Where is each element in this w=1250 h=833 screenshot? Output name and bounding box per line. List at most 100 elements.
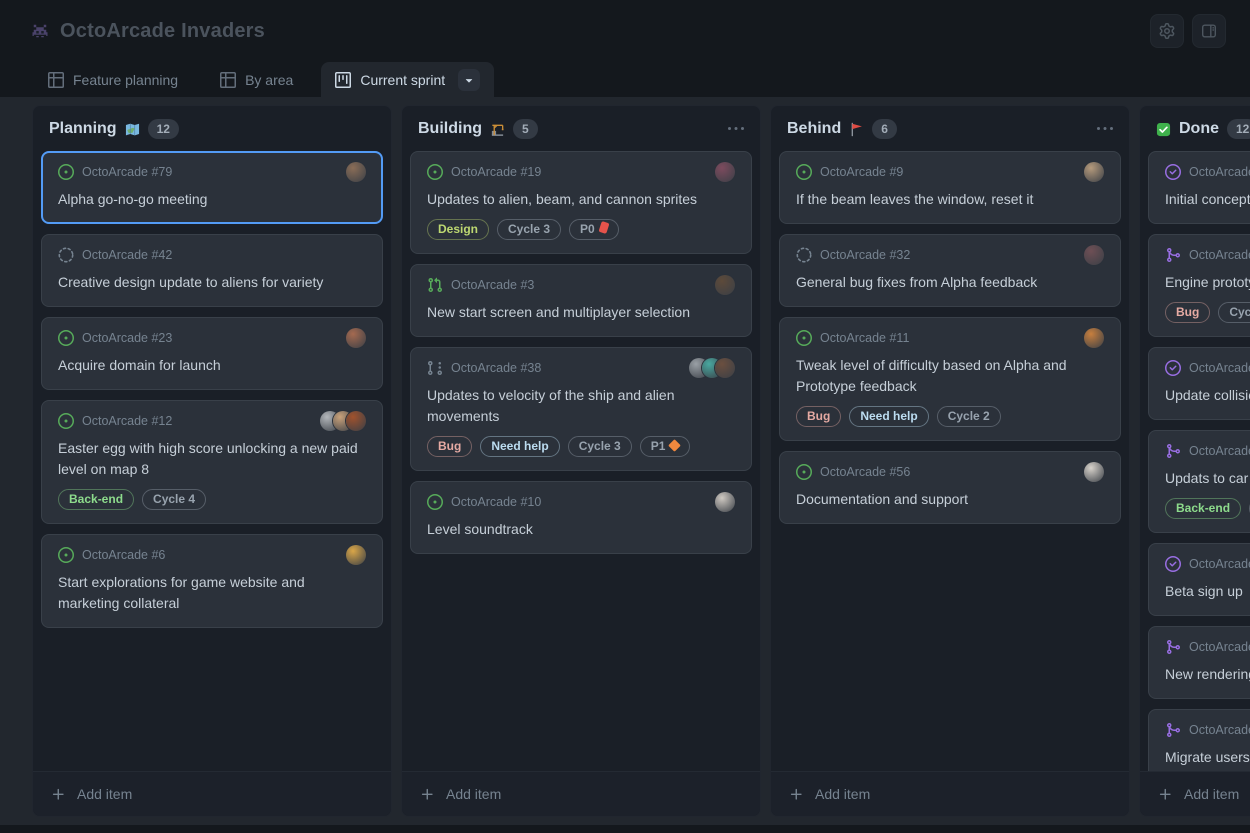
column-title: Planning bbox=[49, 120, 117, 138]
label-pill: Back-end bbox=[58, 489, 134, 510]
card-issue-id: OctoArcade #56 bbox=[820, 465, 910, 479]
add-item-button[interactable]: Add item bbox=[779, 777, 1121, 811]
pr-merged-icon bbox=[1165, 722, 1181, 738]
settings-button[interactable] bbox=[1150, 14, 1184, 48]
avatar bbox=[346, 328, 366, 348]
issue-open-icon bbox=[796, 330, 812, 346]
board[interactable]: Planning 12 OctoArcade #79 Alpha go-no-go m… bbox=[0, 97, 1250, 825]
column-footer: Add item bbox=[33, 771, 391, 816]
issue-closed-icon bbox=[1165, 556, 1181, 572]
column-footer: Add item bbox=[771, 771, 1129, 816]
card[interactable]: OctoArcade #23Acquire domain for launch bbox=[41, 317, 383, 390]
avatar bbox=[346, 411, 366, 431]
card[interactable]: OctoArcade #42Creative design update to … bbox=[41, 234, 383, 307]
tab-feature-planning[interactable]: Feature planning bbox=[34, 62, 192, 97]
card[interactable]: OctoArcadeInitial concept bbox=[1148, 151, 1250, 224]
column-menu-button[interactable] bbox=[728, 121, 744, 137]
card-header: OctoArcade #11 bbox=[796, 328, 1104, 348]
construction-emoji bbox=[490, 122, 505, 137]
tab-current-sprint[interactable]: Current sprint bbox=[321, 62, 494, 97]
card-issue-id: OctoArcade #9 bbox=[820, 165, 903, 179]
card-issue-id: OctoArcade bbox=[1189, 248, 1250, 262]
card[interactable]: OctoArcade #32General bug fixes from Alp… bbox=[779, 234, 1121, 307]
card-title: Updats to car movements bbox=[1165, 468, 1250, 489]
avatar-stack bbox=[1084, 245, 1104, 265]
card-title: New rendering engine bbox=[1165, 664, 1250, 685]
card[interactable]: OctoArcade #19 Updates to alien, beam, an… bbox=[410, 151, 752, 254]
card-title: Updates to alien, beam, and cannon sprit… bbox=[427, 189, 735, 210]
card-header: OctoArcade #3 bbox=[427, 275, 735, 295]
pr-merged-icon bbox=[1165, 639, 1181, 655]
card-title: Alpha go-no-go meeting bbox=[58, 189, 366, 210]
column-cards[interactable]: OctoArcade #9If the beam leaves the wind… bbox=[771, 148, 1129, 771]
table-icon bbox=[220, 72, 236, 88]
issue-open-icon bbox=[796, 464, 812, 480]
card[interactable]: OctoArcadeEngine prototypeBugCycle 1 bbox=[1148, 234, 1250, 337]
label-pill: Need help bbox=[849, 406, 928, 427]
issue-open-icon bbox=[427, 164, 443, 180]
plus-icon bbox=[420, 787, 435, 802]
card[interactable]: OctoArcade #9If the beam leaves the wind… bbox=[779, 151, 1121, 224]
column-count-badge: 12 bbox=[1227, 119, 1250, 139]
card[interactable]: OctoArcade #12Easter egg with high score… bbox=[41, 400, 383, 524]
label-pill: Cycle 4 bbox=[142, 489, 206, 510]
card-labels: DesignCycle 3P0 bbox=[427, 219, 735, 240]
add-item-button[interactable]: Add item bbox=[410, 777, 752, 811]
column-menu-button[interactable] bbox=[1097, 121, 1113, 137]
avatar-stack bbox=[1084, 462, 1104, 482]
card[interactable]: OctoArcadeNew rendering engine bbox=[1148, 626, 1250, 699]
tab-label: By area bbox=[245, 72, 293, 88]
column-cards[interactable]: OctoArcade #79Alpha go-no-go meetingOcto… bbox=[33, 148, 391, 771]
chevron-down-icon bbox=[462, 73, 476, 87]
add-item-button[interactable]: Add item bbox=[41, 777, 383, 811]
panel-toggle-button[interactable] bbox=[1192, 14, 1226, 48]
avatar-stack bbox=[689, 358, 735, 378]
avatar-stack bbox=[346, 162, 366, 182]
card[interactable]: OctoArcadeUpdate collision detection bbox=[1148, 347, 1250, 420]
draft-issue-icon bbox=[58, 247, 74, 263]
card-issue-id: OctoArcade #32 bbox=[820, 248, 910, 262]
avatar-stack bbox=[346, 328, 366, 348]
avatar-stack bbox=[715, 492, 735, 512]
bottom-scroll-strip bbox=[0, 825, 1250, 833]
label-pill: Cycle 3 bbox=[497, 219, 561, 240]
card-issue-id: OctoArcade #19 bbox=[451, 165, 541, 179]
issue-open-icon bbox=[427, 494, 443, 510]
avatar-stack bbox=[715, 162, 735, 182]
invader-logo-icon bbox=[30, 21, 50, 41]
board-column: Behind6OctoArcade #9If the beam leaves t… bbox=[770, 105, 1130, 817]
card[interactable]: OctoArcade #79 Alpha go-no-go meeting bbox=[41, 151, 383, 224]
card[interactable]: OctoArcadeUpdats to car movementsBack-en… bbox=[1148, 430, 1250, 533]
add-item-label: Add item bbox=[1184, 786, 1239, 802]
column-header: Behind6 bbox=[771, 106, 1129, 148]
card-issue-id: OctoArcade bbox=[1189, 557, 1250, 571]
column-cards[interactable]: OctoArcade #19 Updates to alien, beam, an… bbox=[402, 148, 760, 771]
card-title: Updates to velocity of the ship and alie… bbox=[427, 385, 735, 427]
card-title: Tweak level of difficulty based on Alpha… bbox=[796, 355, 1104, 397]
card[interactable]: OctoArcade #3New start screen and multip… bbox=[410, 264, 752, 337]
card-issue-id: OctoArcade #12 bbox=[82, 414, 172, 428]
column-count-badge: 6 bbox=[872, 119, 897, 139]
avatar-stack bbox=[715, 275, 735, 295]
card[interactable]: OctoArcade #38Updates to velocity of the… bbox=[410, 347, 752, 471]
avatar bbox=[346, 545, 366, 565]
tab-options-button[interactable] bbox=[458, 69, 480, 91]
card[interactable]: OctoArcade #6Start explorations for game… bbox=[41, 534, 383, 628]
card-header: OctoArcade #79 bbox=[58, 162, 366, 182]
card[interactable]: OctoArcade #11 Tweak level of difficulty … bbox=[779, 317, 1121, 441]
add-item-button[interactable]: Add item bbox=[1148, 777, 1250, 811]
card[interactable]: OctoArcade #10Level soundtrack bbox=[410, 481, 752, 554]
plus-icon bbox=[51, 787, 66, 802]
tab-by-area[interactable]: By area bbox=[206, 62, 307, 97]
card[interactable]: OctoArcade #56Documentation and support bbox=[779, 451, 1121, 524]
card-issue-id: OctoArcade #42 bbox=[82, 248, 172, 262]
card[interactable]: OctoArcadeBeta sign up bbox=[1148, 543, 1250, 616]
sidebar-panel-icon bbox=[1201, 23, 1217, 39]
card-title: Level soundtrack bbox=[427, 519, 735, 540]
column-cards[interactable]: OctoArcadeInitial concept OctoArcadeEngin… bbox=[1140, 148, 1250, 771]
firecracker-emoji bbox=[600, 221, 608, 238]
label-pill: Need help bbox=[480, 436, 559, 457]
tab-label: Current sprint bbox=[360, 72, 445, 88]
card[interactable]: OctoArcadeMigrate users settings bbox=[1148, 709, 1250, 771]
card-issue-id: OctoArcade #23 bbox=[82, 331, 172, 345]
